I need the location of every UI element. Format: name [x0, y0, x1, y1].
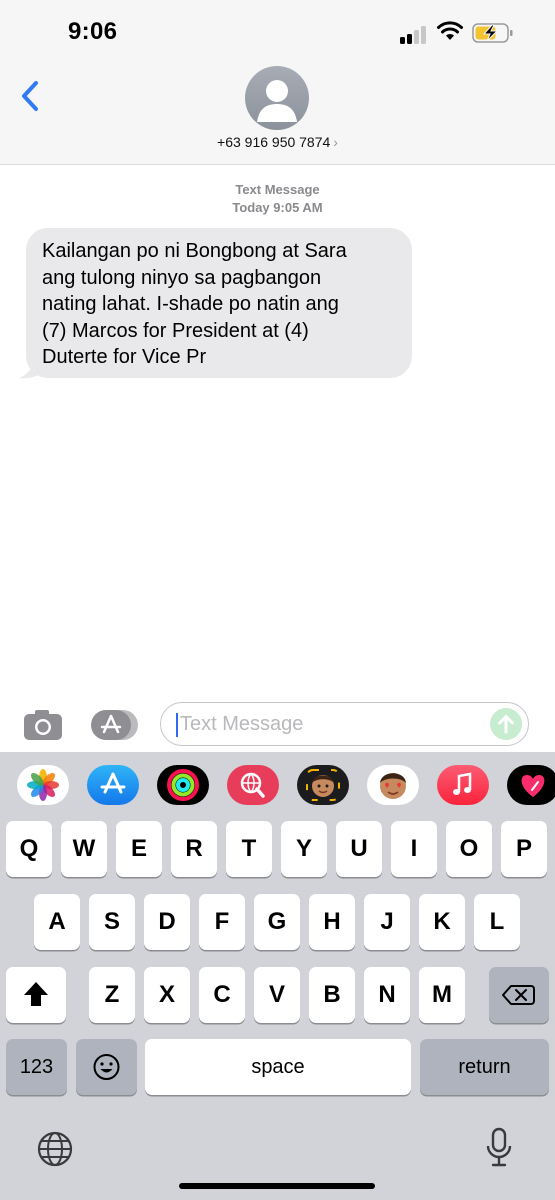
- space-key[interactable]: space: [145, 1039, 411, 1095]
- key-j[interactable]: J: [364, 894, 410, 950]
- key-o[interactable]: O: [446, 821, 492, 877]
- photos-icon[interactable]: [17, 765, 69, 805]
- key-t[interactable]: T: [226, 821, 272, 877]
- key-u[interactable]: U: [336, 821, 382, 877]
- key-p[interactable]: P: [501, 821, 547, 877]
- message-type-label: Text Message: [235, 182, 320, 197]
- key-f[interactable]: F: [199, 894, 245, 950]
- incoming-message-bubble[interactable]: Kailangan po ni Bongbong at Sara ang tul…: [26, 228, 412, 378]
- send-button[interactable]: [490, 708, 522, 740]
- text-caret: [176, 713, 178, 737]
- wifi-icon: [437, 21, 463, 40]
- microphone-icon[interactable]: [484, 1126, 514, 1170]
- fitness-icon[interactable]: [157, 765, 209, 805]
- key-d[interactable]: D: [144, 894, 190, 950]
- back-chevron-icon[interactable]: [18, 78, 44, 114]
- shift-key[interactable]: [6, 967, 66, 1023]
- key-l[interactable]: L: [474, 894, 520, 950]
- animoji-icon[interactable]: [367, 765, 419, 805]
- key-q[interactable]: Q: [6, 821, 52, 877]
- conversation-header: 9:06 +63 916 950 7874 ›: [0, 0, 555, 165]
- key-h[interactable]: H: [309, 894, 355, 950]
- chevron-right-icon: ›: [333, 134, 338, 150]
- key-i[interactable]: I: [391, 821, 437, 877]
- backspace-key[interactable]: [489, 967, 549, 1023]
- contact-name-button[interactable]: +63 916 950 7874 ›: [0, 134, 555, 150]
- key-v[interactable]: V: [254, 967, 300, 1023]
- key-z[interactable]: Z: [89, 967, 135, 1023]
- key-s[interactable]: S: [89, 894, 135, 950]
- emoji-key[interactable]: [76, 1039, 137, 1095]
- shift-arrow-icon: [24, 982, 48, 1006]
- battery-charging-icon: [472, 23, 513, 43]
- emoji-icon: [93, 1054, 120, 1080]
- cellular-signal-icon: [400, 24, 430, 44]
- app-store-icon: [91, 710, 138, 740]
- numbers-key[interactable]: 123: [6, 1039, 67, 1095]
- key-r[interactable]: R: [171, 821, 217, 877]
- key-x[interactable]: X: [144, 967, 190, 1023]
- arrow-up-icon: [498, 715, 514, 734]
- key-k[interactable]: K: [419, 894, 465, 950]
- message-input-placeholder: Text Message: [180, 713, 304, 735]
- person-icon: [257, 80, 297, 122]
- imessage-app-drawer: [0, 752, 555, 816]
- message-timestamp: Today 9:05 AM: [232, 200, 323, 215]
- globe-icon[interactable]: [36, 1130, 74, 1168]
- digital-touch-icon[interactable]: [507, 765, 555, 805]
- key-w[interactable]: W: [61, 821, 107, 877]
- app-store-icon[interactable]: [87, 765, 139, 805]
- memoji-icon[interactable]: [297, 765, 349, 805]
- delete-icon: [502, 985, 535, 1005]
- home-indicator[interactable]: [179, 1183, 375, 1189]
- return-key[interactable]: return: [420, 1039, 549, 1095]
- web-images-icon[interactable]: [227, 765, 279, 805]
- key-b[interactable]: B: [309, 967, 355, 1023]
- key-a[interactable]: A: [34, 894, 80, 950]
- key-e[interactable]: E: [116, 821, 162, 877]
- music-icon[interactable]: [437, 765, 489, 805]
- key-g[interactable]: G: [254, 894, 300, 950]
- key-c[interactable]: C: [199, 967, 245, 1023]
- camera-icon[interactable]: [22, 708, 64, 742]
- key-y[interactable]: Y: [281, 821, 327, 877]
- status-time: 9:06: [68, 18, 118, 45]
- app-store-button[interactable]: [90, 708, 140, 742]
- key-n[interactable]: N: [364, 967, 410, 1023]
- key-m[interactable]: M: [419, 967, 465, 1023]
- contact-avatar[interactable]: [245, 66, 309, 130]
- message-input[interactable]: Text Message: [160, 702, 529, 746]
- contact-number: +63 916 950 7874: [217, 134, 331, 150]
